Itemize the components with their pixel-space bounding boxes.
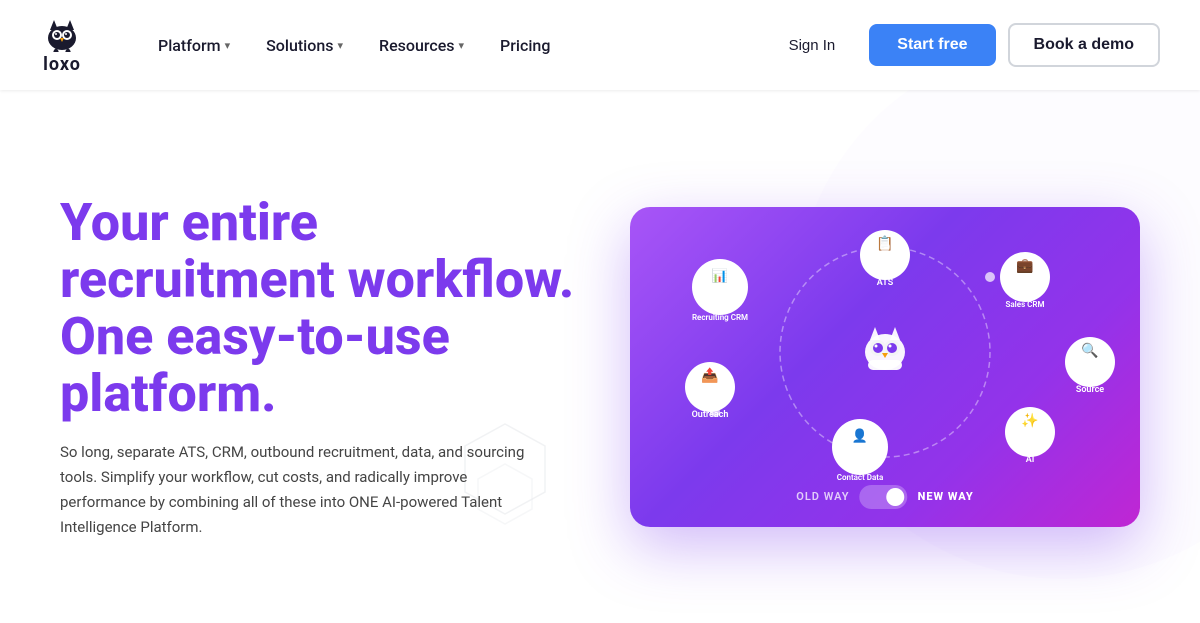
logo-icon	[40, 16, 84, 52]
chevron-down-icon: ▾	[337, 39, 343, 52]
node-contact-data: 👤 Contact Data	[832, 419, 888, 482]
nav-pricing[interactable]: Pricing	[486, 28, 564, 63]
svg-text:Contact Data: Contact Data	[837, 473, 884, 482]
svg-text:AI: AI	[1026, 455, 1035, 465]
hero-text-section: Your entire recruitment workflow. One ea…	[60, 194, 580, 540]
nav-right: Sign In Start free Book a demo	[767, 23, 1160, 67]
logo[interactable]: loxo	[40, 16, 84, 75]
svg-text:Outreach: Outreach	[692, 410, 729, 420]
start-free-button[interactable]: Start free	[869, 24, 995, 66]
nav-solutions-label: Solutions	[266, 36, 333, 55]
chevron-down-icon: ▾	[225, 39, 231, 52]
toggle-knob	[887, 488, 905, 506]
svg-text:Source: Source	[1076, 385, 1104, 395]
node-ats: 📋 ATS	[860, 230, 910, 288]
nav-platform[interactable]: Platform ▾	[144, 28, 244, 63]
nav-platform-label: Platform	[158, 36, 221, 55]
nav-links: Platform ▾ Solutions ▾ Resources ▾ Prici…	[144, 28, 767, 63]
node-ai: ✨ AI	[1005, 407, 1055, 465]
svg-text:✨: ✨	[1021, 412, 1038, 429]
svg-text:Recruiting CRM: Recruiting CRM	[692, 313, 748, 322]
nav-pricing-label: Pricing	[500, 36, 550, 55]
toggle-bar: OLD WAY NEW WAY	[796, 485, 973, 509]
hero-headline: Your entire recruitment workflow. One ea…	[60, 194, 580, 423]
hero-subtext: So long, separate ATS, CRM, outbound rec…	[60, 440, 540, 539]
nav-solutions[interactable]: Solutions ▾	[252, 28, 357, 63]
nav-resources-label: Resources	[379, 36, 455, 55]
svg-text:📤: 📤	[701, 367, 718, 384]
toggle-old-label: OLD WAY	[796, 490, 849, 503]
svg-text:ATS: ATS	[877, 278, 894, 288]
main-content: Your entire recruitment workflow. One ea…	[0, 90, 1200, 623]
node-sales-crm: 💼 Sales CRM	[1000, 252, 1050, 309]
node-outreach: 📤 Outreach	[685, 362, 735, 420]
navbar: loxo Platform ▾ Solutions ▾ Resources ▾ …	[0, 0, 1200, 90]
sign-in-button[interactable]: Sign In	[767, 27, 858, 64]
svg-text:Sales CRM: Sales CRM	[1006, 300, 1045, 309]
svg-text:🔍: 🔍	[1081, 341, 1098, 359]
toggle-switch[interactable]	[860, 485, 908, 509]
hero-diagram: 📋 ATS 💼 Sales CRM 🔍 Source	[580, 207, 1140, 527]
svg-text:📊: 📊	[712, 268, 728, 284]
diagram-card: 📋 ATS 💼 Sales CRM 🔍 Source	[630, 207, 1140, 527]
logo-text: loxo	[43, 54, 81, 75]
nav-resources[interactable]: Resources ▾	[365, 28, 478, 63]
book-demo-button[interactable]: Book a demo	[1008, 23, 1160, 67]
toggle-new-label: NEW WAY	[918, 490, 974, 503]
diagram-svg: 📋 ATS 💼 Sales CRM 🔍 Source	[630, 207, 1140, 527]
svg-text:👤: 👤	[852, 428, 868, 444]
svg-text:💼: 💼	[1016, 258, 1034, 274]
chevron-down-icon: ▾	[459, 39, 465, 52]
